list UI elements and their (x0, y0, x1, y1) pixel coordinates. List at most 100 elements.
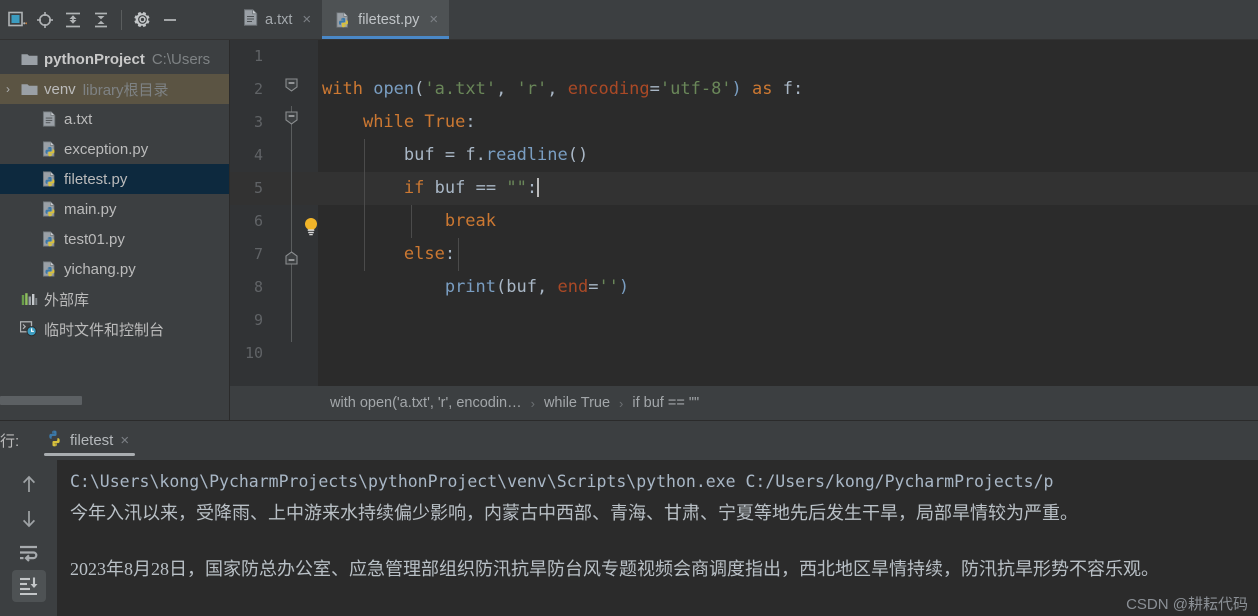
scratches-consoles-icon (19, 321, 39, 337)
kw-true: True (424, 112, 466, 132)
fold-end-icon[interactable] (285, 251, 298, 265)
comma: , (536, 277, 558, 297)
fn-open: open (373, 79, 415, 99)
breadcrumb-item-while[interactable]: while True (544, 395, 610, 411)
operator-eq: == (475, 178, 497, 198)
str-encoding: 'utf-8' (659, 79, 732, 99)
project-view-icon[interactable] (4, 7, 30, 33)
text-file-icon (243, 9, 258, 30)
breadcrumb-item-if[interactable]: if buf == "" (632, 395, 699, 411)
project-root-label: pythonProject (44, 50, 145, 68)
close-icon[interactable]: × (429, 12, 438, 27)
line-number: 2 (253, 80, 263, 98)
run-side-toolbar (0, 460, 58, 616)
tab-a-txt[interactable]: a.txt × (230, 0, 322, 39)
editor-gutter[interactable]: 1 2 3 4 5 6 7 8 9 10 (230, 40, 318, 386)
run-tool-window: 行: filetest × C:\Users\kong\PycharmProje… (0, 420, 1258, 616)
project-panel-footer (0, 406, 229, 420)
run-window-title: 行: (0, 433, 20, 450)
minimize-icon[interactable] (157, 7, 183, 33)
close-icon[interactable]: × (302, 12, 311, 27)
watermark: CSDN @耕耘代码 (1126, 596, 1248, 613)
project-horizontal-scrollbar[interactable] (0, 395, 229, 406)
tree-item-label: filetest.py (64, 170, 128, 188)
equals: = (649, 79, 660, 99)
comma: , (547, 79, 568, 99)
colon: : (465, 112, 476, 132)
kwarg-end: end (557, 277, 589, 297)
text-file-icon (39, 111, 59, 127)
var-buf: buf (506, 277, 537, 297)
close-icon[interactable]: × (120, 432, 129, 449)
project-tree: pythonProject C:\Users › venv library根目录 (0, 40, 229, 344)
tree-row-exception-py[interactable]: exception.py (0, 134, 229, 164)
locate-target-icon[interactable] (32, 7, 58, 33)
tree-item-label: 临时文件和控制台 (44, 321, 165, 339)
tree-row-main-py[interactable]: main.py (0, 194, 229, 224)
scroll-to-end-icon[interactable] (11, 570, 46, 602)
code-line-2: with open('a.txt', 'r', encoding='utf-8'… (318, 73, 1258, 106)
tab-label: filetest.py (358, 11, 420, 28)
paren: ) (618, 277, 630, 297)
editor: 1 2 3 4 5 6 7 8 9 10 with open('a.txt', … (230, 40, 1258, 420)
scrollbar-thumb[interactable] (0, 396, 82, 405)
scroll-down-icon[interactable] (12, 502, 46, 534)
code-line-3: while True: (318, 106, 1258, 139)
equals: = (444, 145, 456, 165)
tree-row-yichang-py[interactable]: yichang.py (0, 254, 229, 284)
fold-collapse-icon[interactable] (285, 111, 298, 125)
project-root-path: C:\Users (151, 50, 211, 68)
run-header: 行: filetest × (0, 420, 1258, 460)
chevron-right-icon[interactable]: › (6, 82, 19, 96)
python-file-icon (46, 430, 63, 451)
code-text[interactable]: with open('a.txt', 'r', encoding='utf-8'… (318, 40, 1258, 386)
python-file-icon (39, 171, 59, 187)
console-output-line-1: 今年入汛以来，受降雨、上中游来水持续偏少影响，内蒙古中西部、青海、甘肃、宁夏等地… (70, 503, 1078, 523)
console-output-line-2: 2023年8月28日，国家防总办公室、应急管理部组织防汛抗旱防台风专题视频会商调… (70, 559, 1159, 579)
str-mode: 'r' (516, 79, 548, 99)
tree-row-scratches-consoles[interactable]: 临时文件和控制台 (0, 314, 229, 344)
run-tab-filetest[interactable]: filetest × (34, 421, 139, 461)
main-area: pythonProject C:\Users › venv library根目录 (0, 40, 1258, 420)
kw-with: with (322, 79, 363, 99)
tree-row-external-libraries[interactable]: 外部库 (0, 284, 229, 314)
run-tab-label: filetest (70, 432, 114, 449)
line-number: 8 (253, 278, 263, 296)
tree-row-test01-py[interactable]: test01.py (0, 224, 229, 254)
settings-gear-icon[interactable] (129, 7, 155, 33)
line-number: 4 (253, 146, 263, 164)
line-number: 5 (230, 172, 318, 205)
line-number: 3 (253, 113, 263, 131)
tree-row-filetest-py[interactable]: filetest.py (0, 164, 229, 194)
tree-row-a-txt[interactable]: a.txt (0, 104, 229, 134)
soft-wrap-icon[interactable] (12, 536, 46, 568)
project-toolbar (0, 0, 230, 40)
fold-collapse-icon[interactable] (285, 78, 298, 92)
paren: ) (731, 79, 742, 99)
var-f: f (782, 79, 794, 99)
folder-icon (19, 52, 39, 66)
comma: , (496, 79, 517, 99)
tree-row-project-root[interactable]: pythonProject C:\Users (0, 44, 229, 74)
tree-row-venv[interactable]: › venv library根目录 (0, 74, 229, 104)
tab-filetest-py[interactable]: filetest.py × (322, 0, 450, 39)
chevron-right-icon: › (530, 395, 535, 411)
python-file-icon (39, 261, 59, 277)
tree-item-label: 外部库 (44, 291, 90, 309)
breadcrumb: with open('a.txt', 'r', encodin… › while… (230, 386, 1258, 420)
colon: : (526, 178, 538, 198)
collapse-all-icon[interactable] (88, 7, 114, 33)
external-libraries-icon (19, 292, 39, 307)
kw-if: if (403, 178, 425, 198)
expand-all-icon[interactable] (60, 7, 86, 33)
parens: () (567, 145, 589, 165)
console-output[interactable]: C:\Users\kong\PycharmProjects\pythonProj… (58, 460, 1258, 616)
breadcrumb-item-with[interactable]: with open('a.txt', 'r', encodin… (330, 395, 522, 411)
fn-print: print (444, 277, 497, 297)
run-body: C:\Users\kong\PycharmProjects\pythonProj… (0, 460, 1258, 616)
scroll-up-icon[interactable] (12, 468, 46, 500)
code-line-6: break (318, 205, 1258, 238)
tree-item-label: venv (44, 80, 76, 98)
